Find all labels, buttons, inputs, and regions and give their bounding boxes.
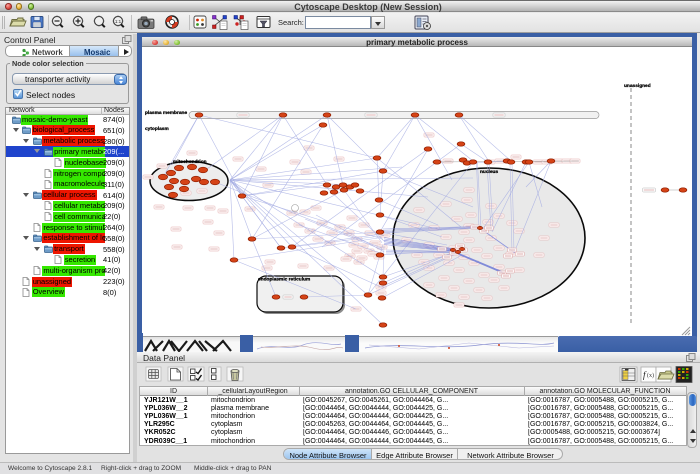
svg-text:endoplasmic reticulum: endoplasmic reticulum xyxy=(258,277,310,283)
svg-text:unassigned: unassigned xyxy=(624,83,651,89)
svg-text:plasma membrane: plasma membrane xyxy=(145,110,187,116)
svg-text:nucleus: nucleus xyxy=(480,169,498,175)
svg-text:1:1: 1:1 xyxy=(115,19,122,24)
svg-text:(x): (x) xyxy=(647,372,654,379)
svg-text:cytoplasm: cytoplasm xyxy=(145,126,169,132)
